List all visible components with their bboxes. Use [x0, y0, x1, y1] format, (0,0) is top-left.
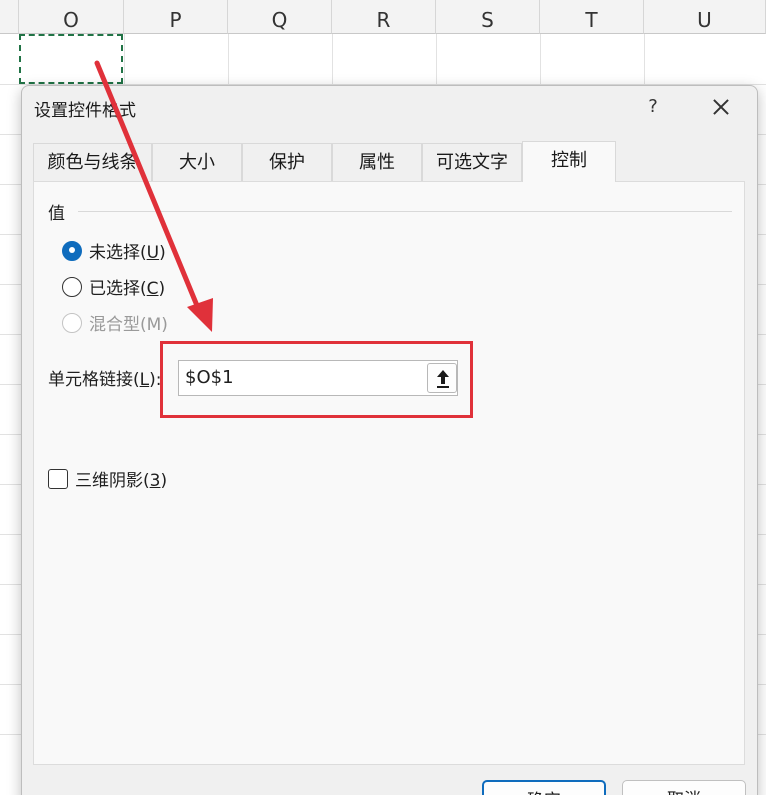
- radio-button-checked[interactable]: [62, 240, 82, 261]
- tab-properties[interactable]: 属性: [332, 143, 422, 181]
- column-header-o[interactable]: O: [19, 0, 124, 34]
- cancel-button[interactable]: 取消: [622, 780, 746, 795]
- column-header-u[interactable]: U: [644, 0, 766, 34]
- format-control-dialog: 设置控件格式 ? 颜色与线条 大小 保护 属性 可选文字 控制 值 未选择(U)…: [21, 85, 758, 795]
- column-header-s[interactable]: S: [436, 0, 540, 34]
- column-header-t[interactable]: T: [540, 0, 644, 34]
- dialog-title: 设置控件格式: [34, 101, 136, 121]
- column-header-r[interactable]: R: [332, 0, 436, 34]
- help-button[interactable]: ?: [643, 94, 663, 120]
- row-header-corner: [0, 0, 19, 34]
- radio-label: 已选择(C): [89, 279, 166, 299]
- column-header-p[interactable]: P: [124, 0, 228, 34]
- close-icon[interactable]: [708, 94, 734, 120]
- group-divider: [78, 211, 732, 212]
- checkbox[interactable]: [48, 468, 68, 489]
- value-group-label: 值: [48, 204, 65, 224]
- radio-checked-option[interactable]: 已选择(C): [62, 274, 165, 299]
- 3d-shading-option[interactable]: 三维阴影(3): [48, 466, 167, 491]
- radio-mixed-option: 混合型(M): [62, 310, 168, 335]
- ok-button[interactable]: 确定: [482, 780, 606, 795]
- tab-colors-and-lines[interactable]: 颜色与线条: [33, 143, 152, 181]
- checkbox-label: 三维阴影(3): [75, 471, 168, 491]
- column-header-q[interactable]: Q: [228, 0, 332, 34]
- tab-protection[interactable]: 保护: [242, 143, 332, 181]
- radio-label: 混合型(M): [89, 315, 168, 335]
- cell-link-label: 单元格链接(L):: [48, 370, 162, 390]
- radio-button-disabled: [62, 312, 82, 333]
- radio-unchecked-option[interactable]: 未选择(U): [62, 238, 166, 263]
- selected-cell-o1[interactable]: [19, 34, 123, 84]
- annotation-highlight-box: [160, 341, 473, 418]
- radio-button[interactable]: [62, 276, 82, 297]
- tab-size[interactable]: 大小: [152, 143, 242, 181]
- tab-alt-text[interactable]: 可选文字: [422, 143, 522, 181]
- radio-label: 未选择(U): [89, 243, 166, 263]
- tab-control[interactable]: 控制: [522, 141, 616, 182]
- control-tab-panel: 值 未选择(U) 已选择(C) 混合型(M) 单元格链接(L): $O$1 三维…: [33, 181, 745, 765]
